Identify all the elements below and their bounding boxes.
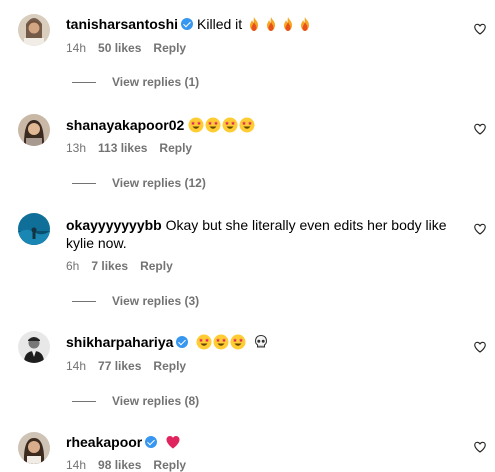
view-replies-label: View replies (1) (112, 75, 200, 89)
comment-username[interactable]: shikharpahariya (66, 334, 173, 350)
skull-emoji (253, 334, 269, 350)
comment-time: 14h (66, 458, 87, 472)
comment-likes[interactable]: 7 likes (91, 259, 128, 273)
divider (72, 401, 96, 402)
fire-emoji (246, 16, 262, 32)
view-replies-button[interactable]: View replies (3) (72, 294, 199, 309)
avatar[interactable] (18, 114, 50, 146)
reply-button[interactable]: Reply (153, 41, 186, 55)
reply-button[interactable]: Reply (140, 259, 173, 273)
view-replies-button[interactable]: View replies (12) (72, 176, 206, 191)
comment-likes[interactable]: 113 likes (98, 141, 147, 155)
fire-emoji (297, 16, 313, 32)
heart-outline-icon[interactable] (473, 222, 487, 236)
comment-username[interactable]: shanayakapoor02 (66, 117, 184, 133)
avatar[interactable] (18, 213, 50, 245)
comment-text: Killed it (197, 16, 243, 32)
divider (72, 82, 96, 83)
comment-time: 14h (66, 41, 87, 55)
star-struck-emoji (196, 334, 212, 350)
reply-button[interactable]: Reply (153, 359, 186, 373)
divider (72, 301, 96, 302)
comment-time: 6h (66, 259, 80, 273)
verified-badge-icon (181, 18, 194, 30)
verified-badge-icon (176, 336, 189, 348)
star-struck-emoji (213, 334, 229, 350)
view-replies-button[interactable]: View replies (1) (72, 75, 199, 90)
heart-outline-icon[interactable] (473, 440, 487, 454)
avatar[interactable] (18, 14, 50, 46)
fire-emoji (280, 16, 296, 32)
reply-button[interactable]: Reply (153, 458, 186, 472)
heart-outline-icon[interactable] (473, 22, 487, 36)
star-struck-emoji (205, 117, 221, 133)
view-replies-label: View replies (8) (112, 394, 200, 408)
comment-username[interactable]: okayyyyyyybb (66, 217, 162, 233)
star-struck-emoji (188, 117, 204, 133)
star-struck-emoji (239, 117, 255, 133)
heart-outline-icon[interactable] (473, 122, 487, 136)
comment-likes[interactable]: 77 likes (98, 359, 141, 373)
comment-time: 13h (66, 141, 87, 155)
avatar[interactable] (18, 331, 50, 363)
comment-time: 14h (66, 359, 87, 373)
view-replies-label: View replies (12) (112, 176, 206, 190)
heart-outline-icon[interactable] (473, 340, 487, 354)
view-replies-button[interactable]: View replies (8) (72, 394, 199, 409)
divider (72, 183, 96, 184)
comment-likes[interactable]: 50 likes (98, 41, 141, 55)
comment-username[interactable]: rheakapoor (66, 434, 142, 450)
avatar[interactable] (18, 432, 50, 464)
comment-likes[interactable]: 98 likes (98, 458, 141, 472)
verified-badge-icon (145, 436, 158, 448)
star-struck-emoji (230, 334, 246, 350)
reply-button[interactable]: Reply (159, 141, 192, 155)
red-heart-emoji (165, 434, 181, 450)
view-replies-label: View replies (3) (112, 294, 200, 308)
comment-username[interactable]: tanisharsantoshi (66, 16, 178, 32)
star-struck-emoji (222, 117, 238, 133)
fire-emoji (263, 16, 279, 32)
